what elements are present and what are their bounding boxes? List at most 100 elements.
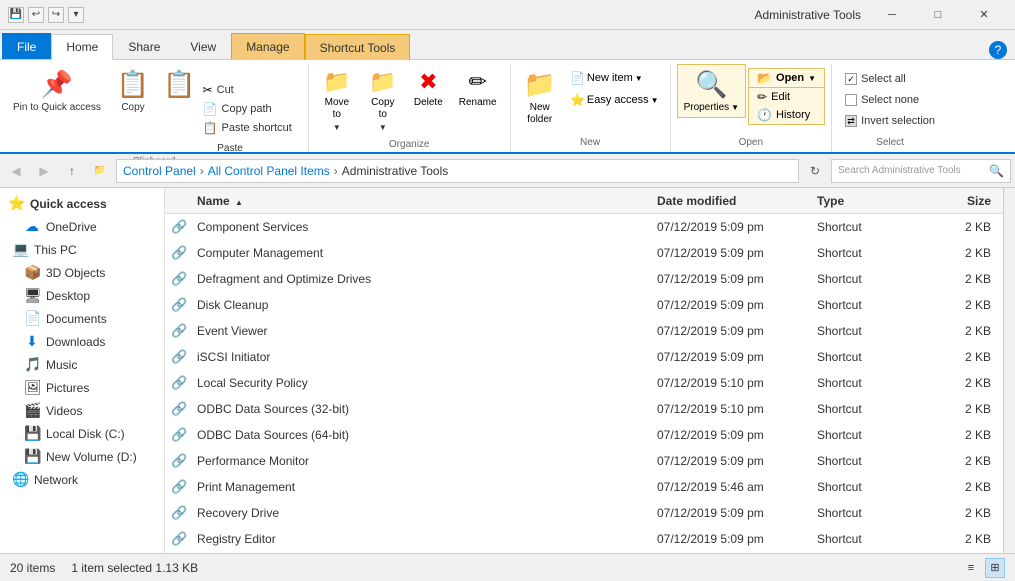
col-name-header[interactable]: Name ▲	[165, 194, 653, 208]
sidebar-item-local-disk-c[interactable]: 💾 Local Disk (C:)	[0, 422, 164, 445]
file-name: Event Viewer	[193, 324, 653, 338]
forward-button[interactable]: ▶	[32, 159, 56, 183]
new-folder-button[interactable]: 📁 Newfolder	[517, 64, 563, 131]
3d-objects-label: 3D Objects	[46, 266, 105, 280]
tab-home[interactable]: Home	[51, 34, 113, 60]
col-size-header[interactable]: Size	[933, 194, 1003, 208]
sidebar-item-3d-objects[interactable]: 📦 3D Objects	[0, 261, 164, 284]
copy-button[interactable]: 📋 Copy	[110, 64, 156, 118]
network-label: Network	[34, 473, 78, 487]
quick-access-icon: ⭐	[8, 195, 24, 212]
edit-button[interactable]: ✏ Edit	[749, 88, 824, 106]
new-folder-label: Newfolder	[527, 102, 552, 126]
tab-share[interactable]: Share	[113, 33, 175, 59]
rename-button[interactable]: ✏ Rename	[452, 64, 504, 113]
table-row[interactable]: 🔗 Performance Monitor 07/12/2019 5:09 pm…	[165, 448, 1003, 474]
sidebar-item-pictures[interactable]: 🖼 Pictures	[0, 376, 164, 399]
file-type: Shortcut	[813, 532, 933, 546]
sidebar-item-downloads[interactable]: ⬇ Downloads	[0, 330, 164, 353]
copy-path-button[interactable]: 📄 Copy path	[198, 100, 297, 118]
maximize-button[interactable]: □	[915, 0, 961, 30]
tiles-view-button[interactable]: ⊞	[985, 558, 1005, 578]
sidebar-item-network[interactable]: 🌐 Network	[0, 468, 164, 491]
table-row[interactable]: 🔗 ODBC Data Sources (32-bit) 07/12/2019 …	[165, 396, 1003, 422]
redo-icon[interactable]: ↪	[48, 7, 64, 23]
details-view-button[interactable]: ≡	[961, 558, 981, 578]
select-all-button[interactable]: ✓ Select all	[838, 70, 942, 88]
sidebar-item-music[interactable]: 🎵 Music	[0, 353, 164, 376]
table-row[interactable]: 🔗 Defragment and Optimize Drives 07/12/2…	[165, 266, 1003, 292]
table-row[interactable]: 🔗 Registry Editor 07/12/2019 5:09 pm Sho…	[165, 526, 1003, 552]
col-type-header[interactable]: Type	[813, 194, 933, 208]
properties-button[interactable]: 🔍 Properties ▼	[677, 64, 747, 118]
up-button[interactable]: ↑	[60, 159, 84, 183]
table-row[interactable]: 🔗 Recovery Drive 07/12/2019 5:09 pm Shor…	[165, 500, 1003, 526]
table-row[interactable]: 🔗 Component Services 07/12/2019 5:09 pm …	[165, 214, 1003, 240]
close-button[interactable]: ✕	[961, 0, 1007, 30]
search-icon[interactable]: 🔍	[989, 164, 1004, 178]
table-row[interactable]: 🔗 Local Security Policy 07/12/2019 5:10 …	[165, 370, 1003, 396]
rename-label: Rename	[459, 97, 497, 108]
history-button[interactable]: 🕐 History	[749, 106, 824, 124]
table-row[interactable]: 🔗 Computer Management 07/12/2019 5:09 pm…	[165, 240, 1003, 266]
move-to-button[interactable]: 📁 Moveto ▼	[315, 64, 359, 137]
videos-label: Videos	[46, 404, 82, 418]
breadcrumb-item-0[interactable]: Control Panel	[123, 164, 196, 178]
sidebar-item-onedrive[interactable]: ☁ OneDrive	[0, 215, 164, 238]
table-row[interactable]: 🔗 Disk Cleanup 07/12/2019 5:09 pm Shortc…	[165, 292, 1003, 318]
select-label: Select	[838, 135, 942, 152]
breadcrumb[interactable]: Control Panel › All Control Panel Items …	[116, 159, 799, 183]
select-none-button[interactable]: Select none	[838, 91, 942, 109]
table-row[interactable]: 🔗 ODBC Data Sources (64-bit) 07/12/2019 …	[165, 422, 1003, 448]
paste-shortcut-icon: 📋	[203, 121, 218, 135]
table-row[interactable]: 🔗 Resource Monitor 07/12/2019 5:09 pm Sh…	[165, 552, 1003, 553]
help-button[interactable]: ?	[989, 41, 1007, 59]
cut-button[interactable]: ✂ Cut	[198, 81, 297, 99]
new-item-button[interactable]: 📄 New item ▼	[565, 68, 664, 88]
tab-shortcut-tools[interactable]: Shortcut Tools	[305, 34, 411, 60]
sidebar-item-quick-access[interactable]: ⭐ Quick access	[0, 192, 164, 215]
file-type: Shortcut	[813, 454, 933, 468]
sidebar-item-documents[interactable]: 📄 Documents	[0, 307, 164, 330]
rename-icon: ✏	[468, 69, 486, 95]
search-box[interactable]: Search Administrative Tools 🔍	[831, 159, 1011, 183]
file-size: 2 KB	[933, 454, 1003, 468]
network-icon: 🌐	[12, 471, 28, 488]
save-icon[interactable]: 💾	[8, 7, 24, 23]
paste-shortcut-button[interactable]: 📋 Paste shortcut	[198, 119, 297, 137]
scrollbar-area[interactable]	[1003, 188, 1015, 553]
window-controls: ─ □ ✕	[869, 0, 1007, 30]
minimize-button[interactable]: ─	[869, 0, 915, 30]
tab-file[interactable]: File	[2, 33, 51, 59]
recent-locations-button[interactable]: 📁	[88, 159, 112, 183]
easy-access-button[interactable]: ⭐ Easy access ▼	[565, 90, 664, 110]
pin-label: Pin to Quick access	[13, 102, 101, 114]
documents-icon: 📄	[24, 310, 40, 327]
invert-selection-button[interactable]: ⇄ Invert selection	[838, 112, 942, 130]
sidebar-item-desktop[interactable]: 🖥 Desktop	[0, 284, 164, 307]
sidebar-item-this-pc[interactable]: 💻 This PC	[0, 238, 164, 261]
refresh-button[interactable]: ↻	[803, 159, 827, 183]
open-main[interactable]: 📂 Open ▼	[749, 69, 824, 88]
table-row[interactable]: 🔗 Event Viewer 07/12/2019 5:09 pm Shortc…	[165, 318, 1003, 344]
move-to-icon: 📁	[323, 69, 350, 95]
open-icon: 📂	[757, 71, 772, 85]
tab-view[interactable]: View	[175, 33, 231, 59]
tab-manage[interactable]: Manage	[231, 33, 304, 59]
table-row[interactable]: 🔗 Print Management 07/12/2019 5:46 am Sh…	[165, 474, 1003, 500]
pin-to-quick-access-button[interactable]: 📌 Pin to Quick access	[6, 64, 108, 119]
col-date-header[interactable]: Date modified	[653, 194, 813, 208]
sidebar-item-new-volume-d[interactable]: 💾 New Volume (D:)	[0, 445, 164, 468]
sidebar-item-videos[interactable]: 🎬 Videos	[0, 399, 164, 422]
paste-button[interactable]: 📋 ✂ Cut 📄 Copy path 📋 Paste shortcut	[158, 64, 302, 142]
file-date: 07/12/2019 5:09 pm	[653, 350, 813, 364]
open-button[interactable]: 📂 Open ▼ ✏ Edit 🕐 History	[748, 68, 825, 125]
address-bar: ◀ ▶ ↑ 📁 Control Panel › All Control Pane…	[0, 154, 1015, 188]
breadcrumb-item-1[interactable]: All Control Panel Items	[208, 164, 330, 178]
dropdown-icon[interactable]: ▾	[68, 7, 84, 23]
table-row[interactable]: 🔗 iSCSI Initiator 07/12/2019 5:09 pm Sho…	[165, 344, 1003, 370]
back-button[interactable]: ◀	[4, 159, 28, 183]
delete-button[interactable]: ✖ Delete	[407, 64, 450, 113]
undo-icon[interactable]: ↩	[28, 7, 44, 23]
copy-to-button[interactable]: 📁 Copyto ▼	[361, 64, 405, 137]
